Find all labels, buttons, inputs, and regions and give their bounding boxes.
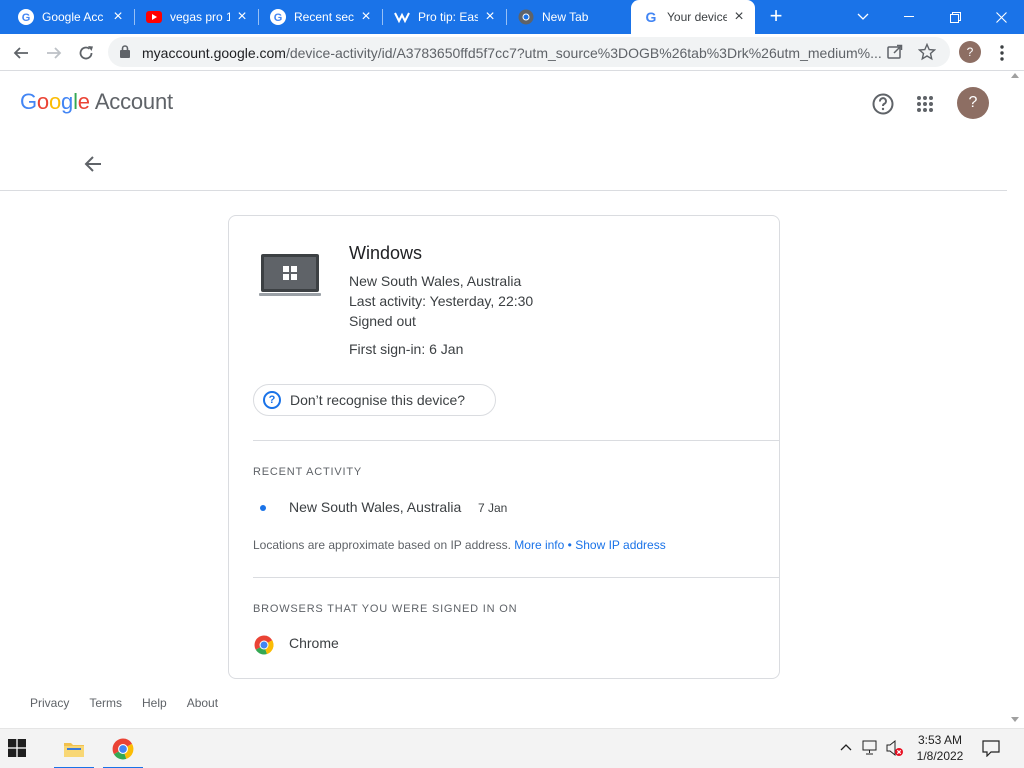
tab-close-icon[interactable]: × xyxy=(358,8,374,25)
svg-text:G: G xyxy=(274,12,283,24)
browser-name: Chrome xyxy=(289,635,339,651)
lock-icon xyxy=(120,45,130,63)
google-account-header: Google Account ? xyxy=(0,71,1007,191)
url-text: myaccount.google.com/device-activity/id/… xyxy=(142,45,884,61)
google-g-icon: G xyxy=(18,9,34,25)
activity-date: 7 Jan xyxy=(478,501,508,515)
tab-title: vegas pro 1 xyxy=(170,10,230,24)
url-path: /device-activity/id/A3783650ffd5f7cc7?ut… xyxy=(285,45,882,61)
activity-bullet xyxy=(260,505,266,511)
svg-text:G: G xyxy=(22,12,31,24)
apps-grid-icon[interactable] xyxy=(912,91,938,117)
tab-close-icon[interactable]: × xyxy=(110,8,126,25)
device-status: Signed out xyxy=(349,313,416,329)
activity-location: New South Wales, Australia xyxy=(289,499,462,515)
tab-new-tab[interactable]: New Tab xyxy=(506,0,630,34)
more-info-link[interactable]: More info xyxy=(514,538,564,552)
tab-title: Recent secu xyxy=(294,10,354,24)
divider xyxy=(253,577,780,578)
device-location: New South Wales, Australia xyxy=(349,273,522,289)
device-name: Windows xyxy=(349,243,423,263)
laptop-windows-icon xyxy=(259,252,321,303)
tab-pro-tip[interactable]: Pro tip: Eas × xyxy=(382,0,506,34)
close-window-icon[interactable] xyxy=(978,0,1024,34)
footer-terms-link[interactable]: Terms xyxy=(89,696,122,710)
tab-google-account[interactable]: G Google Acc × xyxy=(0,0,134,34)
browser-menu-icon[interactable] xyxy=(990,39,1014,67)
tab-title: Your device xyxy=(667,10,727,24)
share-icon[interactable] xyxy=(886,43,904,66)
windows-taskbar: 3:53 AM 1/8/2022 xyxy=(0,728,1024,768)
dont-recognise-device-button[interactable]: ? Don’t recognise this device? xyxy=(253,384,496,416)
tab-title: Pro tip: Eas xyxy=(418,10,478,24)
footer-privacy-link[interactable]: Privacy xyxy=(30,696,69,710)
reload-icon[interactable] xyxy=(72,39,100,67)
dont-recognise-label: Don’t recognise this device? xyxy=(290,392,466,408)
tab-close-icon[interactable]: × xyxy=(482,8,498,25)
device-last-activity: Last activity: Yesterday, 22:30 xyxy=(349,293,534,309)
browsers-title: BROWSERS THAT YOU WERE SIGNED IN ON xyxy=(253,603,518,615)
help-icon[interactable] xyxy=(870,91,896,117)
url-domain: myaccount.google.com xyxy=(142,45,286,61)
question-circle-icon: ? xyxy=(263,391,281,409)
scroll-down-icon[interactable] xyxy=(1011,717,1019,722)
chrome-taskbar-icon[interactable] xyxy=(103,729,143,768)
bookmark-star-icon[interactable] xyxy=(917,42,937,66)
tab-search-chevron-icon[interactable] xyxy=(840,0,886,34)
footer-about-link[interactable]: About xyxy=(187,696,218,710)
volume-muted-icon[interactable] xyxy=(885,739,905,760)
tab-your-device[interactable]: G Your device × xyxy=(631,0,755,34)
tab-youtube[interactable]: vegas pro 1 × xyxy=(134,0,258,34)
new-tab-plus-icon[interactable]: + xyxy=(764,5,788,29)
back-arrow-icon[interactable] xyxy=(80,151,106,177)
recent-activity-title: RECENT ACTIVITY xyxy=(253,466,362,478)
clock[interactable]: 3:53 AM 1/8/2022 xyxy=(910,732,970,764)
google-account-logo[interactable]: Google Account xyxy=(20,89,173,115)
windows-start-icon[interactable] xyxy=(8,739,26,762)
scroll-up-icon[interactable] xyxy=(1011,73,1019,78)
separator-dot: • xyxy=(567,538,572,552)
tab-title: New Tab xyxy=(542,10,589,24)
profile-avatar[interactable]: ? xyxy=(959,41,981,63)
tab-recent-security[interactable]: G Recent secu × xyxy=(258,0,382,34)
browser-tab-strip: G Google Acc × vegas pro 1 × G Recent se… xyxy=(0,0,1024,34)
restore-icon[interactable] xyxy=(932,0,978,34)
clock-date: 1/8/2022 xyxy=(916,749,964,763)
page-scrollbar[interactable] xyxy=(1007,71,1024,728)
file-explorer-icon[interactable] xyxy=(54,729,94,768)
divider xyxy=(253,440,780,441)
network-icon[interactable] xyxy=(862,739,880,760)
svg-text:G: G xyxy=(646,9,657,25)
google-g-icon: G xyxy=(270,9,286,25)
google-g-icon: G xyxy=(643,9,659,25)
tab-title: Google Acc xyxy=(42,10,104,24)
chrome-icon xyxy=(518,9,534,25)
device-first-sign-in: First sign-in: 6 Jan xyxy=(349,341,464,357)
youtube-icon xyxy=(146,9,162,25)
forward-arrow-icon[interactable] xyxy=(40,39,68,67)
tray-chevron-up-icon[interactable] xyxy=(840,739,852,758)
device-card: Windows New South Wales, Australia Last … xyxy=(228,215,780,679)
tab-close-icon[interactable]: × xyxy=(731,8,747,25)
page-footer: Privacy Terms Help About xyxy=(30,696,238,710)
back-arrow-icon[interactable] xyxy=(7,39,35,67)
location-note: Locations are approximate based on IP ad… xyxy=(253,538,666,552)
account-avatar[interactable]: ? xyxy=(957,87,989,119)
browser-toolbar: myaccount.google.com/device-activity/id/… xyxy=(0,34,1024,71)
chrome-icon xyxy=(254,635,274,655)
footer-help-link[interactable]: Help xyxy=(142,696,167,710)
show-ip-address-link[interactable]: Show IP address xyxy=(575,538,666,552)
minimize-icon[interactable] xyxy=(886,0,932,34)
tab-close-icon[interactable]: × xyxy=(234,8,250,25)
site-icon xyxy=(394,9,410,25)
address-bar[interactable]: myaccount.google.com/device-activity/id/… xyxy=(108,37,950,67)
clock-time: 3:53 AM xyxy=(917,733,963,747)
notification-icon[interactable] xyxy=(982,739,1000,762)
